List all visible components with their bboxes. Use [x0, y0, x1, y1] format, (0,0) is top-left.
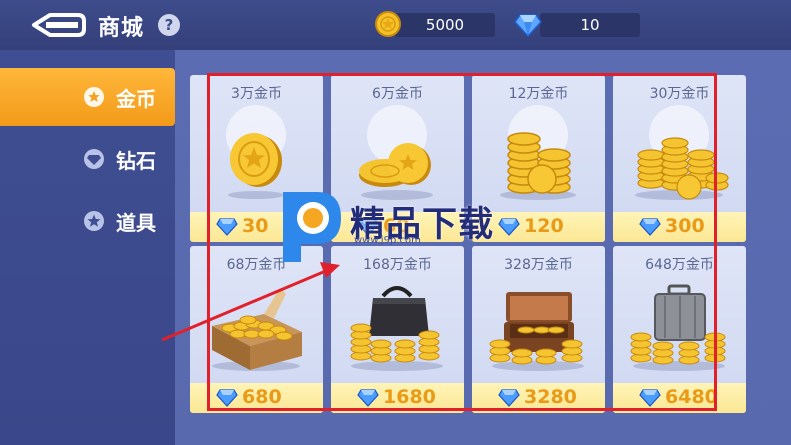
help-button[interactable]: ? [158, 14, 180, 36]
gold-balance-value: 5000 [425, 16, 465, 34]
diamond-balance: 10 [540, 13, 640, 37]
tab-gold-coins[interactable]: 金币 [0, 68, 175, 126]
watermark-logo-icon [283, 192, 341, 262]
tab-diamonds[interactable]: 钻石 [0, 130, 175, 188]
tab-items[interactable]: 道具 [0, 192, 175, 250]
tab-label-items: 道具 [116, 211, 156, 235]
watermark-url: www.j9p.com [354, 235, 421, 246]
tab-label-diamonds: 钻石 [116, 149, 156, 173]
gold-coin-icon [375, 11, 401, 37]
page-title: 商城 [98, 16, 145, 41]
diamond-balance-value: 10 [580, 16, 600, 34]
star-tab-icon [84, 211, 104, 231]
star-coin-icon [84, 87, 104, 107]
back-icon[interactable] [28, 11, 86, 39]
tab-label-gold: 金币 [116, 87, 156, 111]
gold-balance: 5000 [395, 13, 495, 37]
diamond-tab-icon [84, 149, 104, 169]
diamond-icon [514, 14, 542, 38]
